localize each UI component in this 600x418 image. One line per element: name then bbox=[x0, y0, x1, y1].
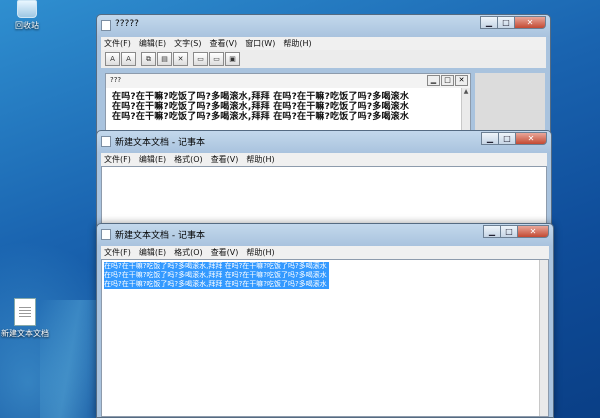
mdi-background bbox=[475, 73, 545, 137]
maximize-button[interactable]: □ bbox=[500, 225, 518, 238]
selected-text[interactable]: 在吗?在干嘛?吃饭了吗?多喝滚水,拜拜 在吗?在干嘛?吃饭了吗?多喝滚水 在吗?… bbox=[104, 262, 329, 289]
text-file-label: 新建文本文档 bbox=[1, 329, 49, 338]
minimize-button[interactable]: ▁ bbox=[480, 16, 498, 29]
text-line: 在吗?在干嘛?吃饭了吗?多喝滚水,拜拜 在吗?在干嘛?吃饭了吗?多喝滚水 bbox=[112, 112, 410, 122]
notepad-front-menubar: 文件(F) 编辑(E) 格式(O) 查看(V) 帮助(H) bbox=[101, 246, 549, 259]
menu-help[interactable]: 帮助(H) bbox=[246, 154, 274, 165]
toolbar-paste-icon[interactable]: ▤ bbox=[157, 52, 172, 66]
menu-help[interactable]: 帮助(H) bbox=[246, 247, 274, 258]
notepad-front-editor[interactable]: 在吗?在干嘛?吃饭了吗?多喝滚水,拜拜 在吗?在干嘛?吃饭了吗?多喝滚水 在吗?… bbox=[101, 259, 549, 417]
document-text[interactable]: 在吗?在干嘛?吃饭了吗?多喝滚水,拜拜 在吗?在干嘛?吃饭了吗?多喝滚水 在吗?… bbox=[112, 92, 409, 122]
minimize-button[interactable]: ▁ bbox=[483, 225, 501, 238]
notepad-back-titlebar[interactable]: 新建文本文档 - 记事本 ▁ □ ✕ bbox=[97, 131, 551, 153]
notepad-scrollbar[interactable] bbox=[539, 260, 548, 416]
inner-maximize-button[interactable]: □ bbox=[441, 75, 454, 86]
menu-format[interactable]: 格式(O) bbox=[174, 154, 203, 165]
notepad-front-titlebar[interactable]: 新建文本文档 - 记事本 ▁ □ ✕ bbox=[97, 224, 553, 246]
close-button[interactable]: ✕ bbox=[515, 132, 547, 145]
notepad-back-menubar: 文件(F) 编辑(E) 格式(O) 查看(V) 帮助(H) bbox=[101, 153, 547, 166]
toolbar-tile-icon[interactable]: ▭ bbox=[193, 52, 208, 66]
menu-edit[interactable]: 编辑(E) bbox=[139, 38, 166, 49]
notepad-back-title: 新建文本文档 - 记事本 bbox=[115, 138, 205, 148]
text-file-icon bbox=[14, 298, 36, 326]
menu-file[interactable]: 文件(F) bbox=[104, 154, 131, 165]
main-window[interactable]: ????? ▁ □ ✕ 文件(F) 编辑(E) 文字(S) 查看(V) 窗口(W… bbox=[96, 14, 551, 144]
inner-close-button[interactable]: ✕ bbox=[455, 75, 468, 86]
maximize-button[interactable]: □ bbox=[497, 16, 515, 29]
main-window-title: ????? bbox=[115, 19, 139, 29]
recycle-bin-icon bbox=[17, 0, 37, 18]
notepad-icon bbox=[101, 136, 111, 147]
inner-minimize-button[interactable]: ▁ bbox=[427, 75, 440, 86]
main-toolbar: A A ⧉ ▤ ✕ ▭ ▭ ▣ bbox=[101, 50, 546, 68]
close-button[interactable]: ✕ bbox=[517, 225, 549, 238]
toolbar-copy-icon[interactable]: ⧉ bbox=[141, 52, 156, 66]
toolbar-window-icon[interactable]: ▣ bbox=[225, 52, 240, 66]
toolbar-cascade-icon[interactable]: ▭ bbox=[209, 52, 224, 66]
menu-edit[interactable]: 编辑(E) bbox=[139, 154, 166, 165]
notepad-back-editor[interactable] bbox=[101, 166, 547, 227]
selected-line: 在吗?在干嘛?吃饭了吗?多喝滚水,拜拜 在吗?在干嘛?吃饭了吗?多喝滚水 bbox=[104, 262, 329, 271]
minimize-button[interactable]: ▁ bbox=[481, 132, 499, 145]
menu-view[interactable]: 查看(V) bbox=[209, 38, 237, 49]
inner-titlebar: ??? ▁ □ ✕ bbox=[106, 74, 470, 88]
inner-document[interactable]: ??? ▁ □ ✕ 在吗?在干嘛?吃饭了吗?多喝滚水,拜拜 在吗?在干嘛?吃饭了… bbox=[105, 73, 471, 137]
menu-format[interactable]: 格式(O) bbox=[174, 247, 203, 258]
menu-file[interactable]: 文件(F) bbox=[104, 38, 131, 49]
recycle-bin-desktop-icon[interactable]: 回收站 bbox=[4, 0, 50, 31]
scroll-up-icon[interactable]: ▲ bbox=[462, 88, 470, 96]
menu-window[interactable]: 窗口(W) bbox=[245, 38, 275, 49]
inner-title: ??? bbox=[110, 76, 122, 84]
selected-line: 在吗?在干嘛?吃饭了吗?多喝滚水,拜拜 在吗?在干嘛?吃饭了吗?多喝滚水 bbox=[104, 271, 329, 280]
main-menubar: 文件(F) 编辑(E) 文字(S) 查看(V) 窗口(W) 帮助(H) bbox=[101, 37, 546, 50]
text-file-desktop-icon[interactable]: 新建文本文档 bbox=[0, 298, 50, 339]
notepad-window-back[interactable]: 新建文本文档 - 记事本 ▁ □ ✕ 文件(F) 编辑(E) 格式(O) 查看(… bbox=[96, 130, 552, 228]
toolbar-font-a-icon[interactable]: A bbox=[105, 52, 120, 66]
toolbar-delete-icon[interactable]: ✕ bbox=[173, 52, 188, 66]
menu-view[interactable]: 查看(V) bbox=[211, 247, 239, 258]
menu-edit[interactable]: 编辑(E) bbox=[139, 247, 166, 258]
notepad-window-front[interactable]: 新建文本文档 - 记事本 ▁ □ ✕ 文件(F) 编辑(E) 格式(O) 查看(… bbox=[96, 223, 554, 418]
recycle-bin-label: 回收站 bbox=[15, 21, 39, 30]
menu-text[interactable]: 文字(S) bbox=[174, 38, 201, 49]
notepad-icon bbox=[101, 229, 111, 240]
selected-line: 在吗?在干嘛?吃饭了吗?多喝滚水,拜拜 在吗?在干嘛?吃饭了吗?多喝滚水 bbox=[104, 280, 329, 289]
text-line: 在吗?在干嘛?吃饭了吗?多喝滚水,拜拜 在吗?在干嘛?吃饭了吗?多喝滚水 bbox=[112, 92, 410, 102]
text-line: 在吗?在干嘛?吃饭了吗?多喝滚水,拜拜 在吗?在干嘛?吃饭了吗?多喝滚水 bbox=[112, 102, 410, 112]
menu-help[interactable]: 帮助(H) bbox=[283, 38, 311, 49]
toolbar-font-b-icon[interactable]: A bbox=[121, 52, 136, 66]
maximize-button[interactable]: □ bbox=[498, 132, 516, 145]
menu-view[interactable]: 查看(V) bbox=[211, 154, 239, 165]
notepad-front-title: 新建文本文档 - 记事本 bbox=[115, 231, 205, 241]
inner-scrollbar[interactable]: ▲ bbox=[461, 88, 470, 136]
main-window-titlebar[interactable]: ????? ▁ □ ✕ bbox=[97, 15, 550, 37]
close-button[interactable]: ✕ bbox=[514, 16, 546, 29]
app-icon bbox=[101, 20, 111, 31]
menu-file[interactable]: 文件(F) bbox=[104, 247, 131, 258]
